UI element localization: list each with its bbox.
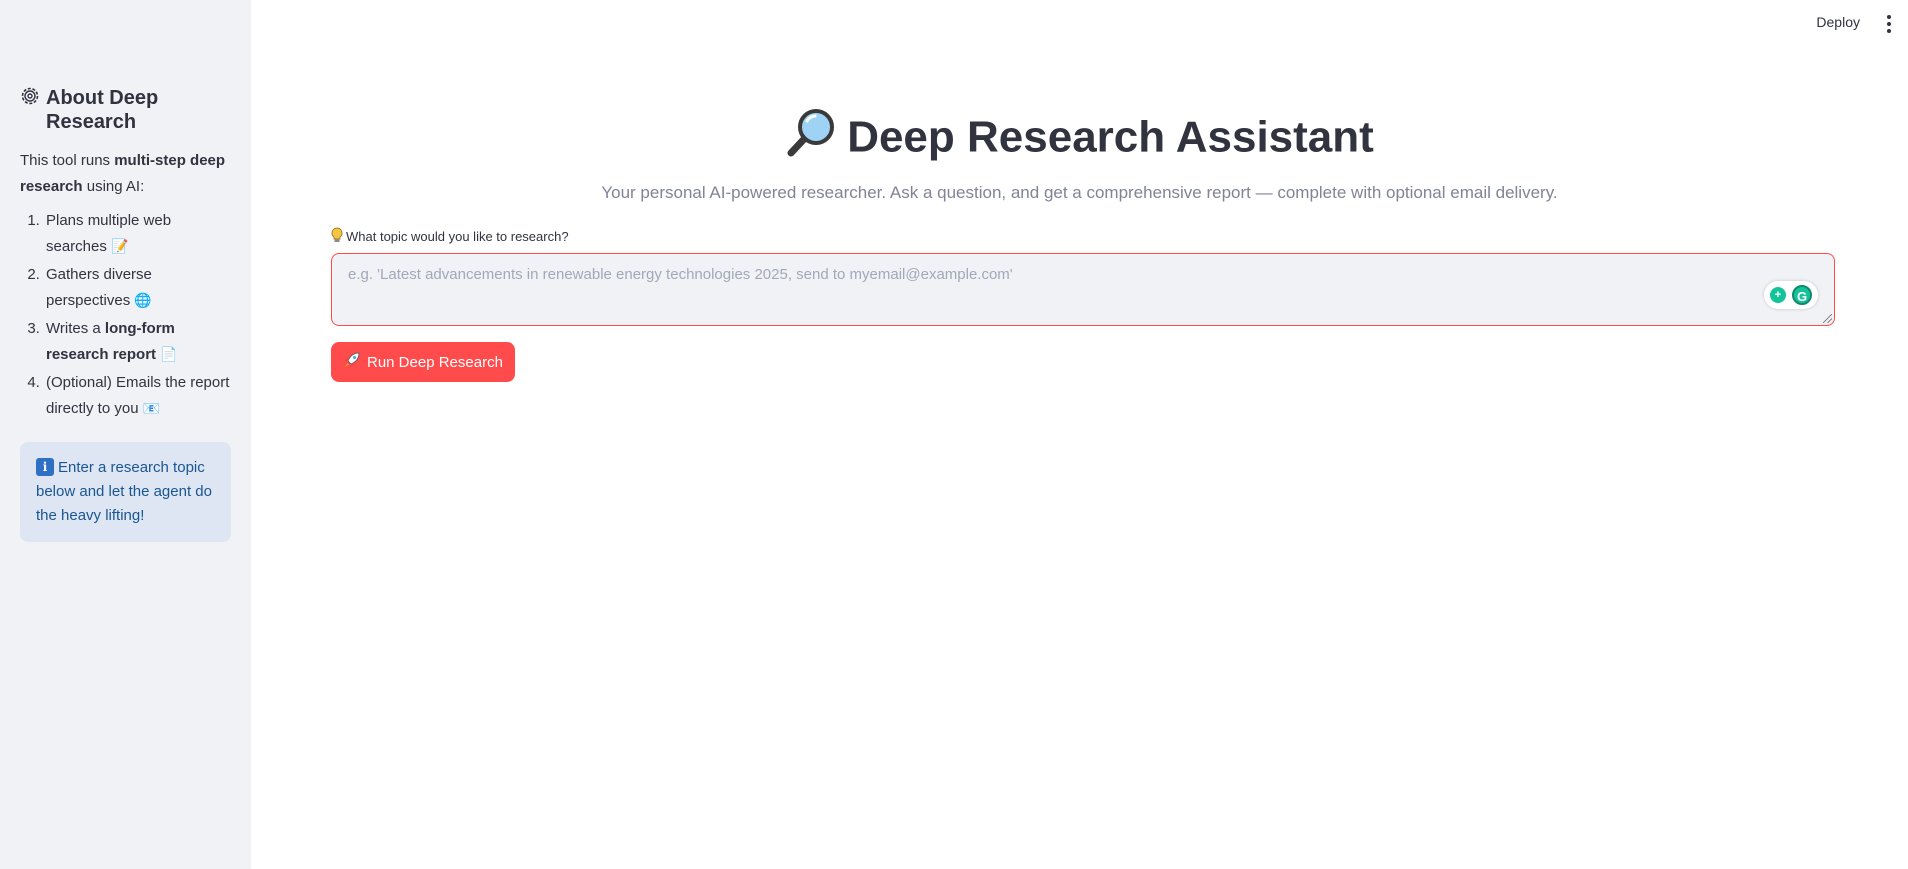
intro-suffix: using AI: <box>82 178 145 195</box>
topic-input[interactable] <box>332 254 1834 325</box>
grammarly-widget[interactable]: + G <box>1764 281 1818 309</box>
page-title-text: Deep Research Assistant <box>847 112 1374 162</box>
memo-icon: 📝 <box>111 239 129 255</box>
info-text: Enter a research topic below and let the… <box>36 459 212 524</box>
bulb-icon <box>331 227 343 246</box>
gear-icon <box>20 86 40 112</box>
input-label-text: What topic would you like to research? <box>346 229 569 244</box>
magnifier-icon <box>785 106 837 174</box>
resize-handle[interactable] <box>1823 314 1832 323</box>
list-item: Gathers diverse perspectives 🌐 <box>44 262 231 314</box>
run-button-label: Run Deep Research <box>367 353 503 371</box>
sidebar-title-text: About Deep Research <box>46 87 159 133</box>
email-icon: 📧 <box>142 401 161 417</box>
globe-icon: 🌐 <box>134 293 152 309</box>
step-text: (Optional) Emails the report directly to… <box>46 374 230 417</box>
page-subtitle: Your personal AI-powered researcher. Ask… <box>601 183 1558 202</box>
sidebar-intro: This tool runs multi-step deep research … <box>20 148 231 200</box>
step-text: Writes a <box>46 320 105 337</box>
list-item: (Optional) Emails the report directly to… <box>44 370 231 422</box>
step-text: Plans multiple web searches <box>46 212 172 255</box>
intro-prefix: This tool runs <box>20 152 115 169</box>
list-item: Plans multiple web searches 📝 <box>44 208 231 260</box>
steps-list: Plans multiple web searches 📝 Gathers di… <box>20 208 231 422</box>
sidebar-title: About Deep Research <box>20 86 231 134</box>
info-box: i Enter a research topic below and let th… <box>20 442 231 542</box>
grammarly-bulb-icon[interactable]: + <box>1770 287 1786 303</box>
main-content: Deep Research Assistant Your personal AI… <box>251 0 1908 869</box>
run-deep-research-button[interactable]: Run Deep Research <box>331 342 515 382</box>
page-icon: 📄 <box>160 347 178 363</box>
input-label: What topic would you like to research? <box>331 227 569 246</box>
list-item: Writes a long-form research report 📄 <box>44 316 231 368</box>
rocket-icon <box>343 351 361 373</box>
page-title: Deep Research Assistant <box>251 106 1908 174</box>
info-icon: i <box>36 458 54 476</box>
grammarly-icon[interactable]: G <box>1792 285 1812 305</box>
topic-input-wrapper: + G <box>331 253 1835 326</box>
sidebar: About Deep Research This tool runs multi… <box>0 0 251 869</box>
app: About Deep Research This tool runs multi… <box>0 0 1908 869</box>
